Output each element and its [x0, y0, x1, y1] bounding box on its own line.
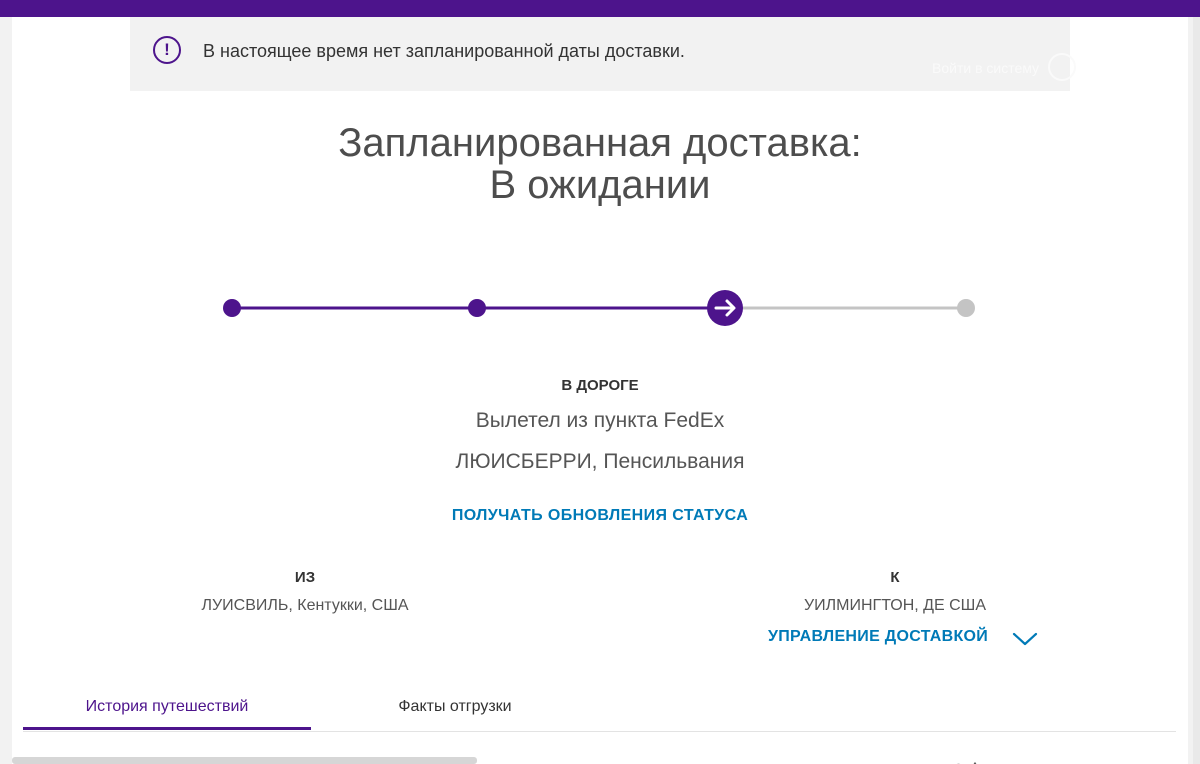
- get-status-updates-link[interactable]: ПОЛУЧАТЬ ОБНОВЛЕНИЯ СТАТУСА: [12, 507, 1188, 525]
- tracking-page: ! В настоящее время нет запланированной …: [12, 17, 1188, 764]
- manage-delivery-link[interactable]: УПРАВЛЕНИЕ ДОСТАВКОЙ: [768, 628, 988, 646]
- alert-text: В настоящее время нет запланированной да…: [203, 41, 685, 61]
- login-link[interactable]: Войти в систему: [932, 60, 1039, 76]
- progress-tracker: [12, 282, 1188, 334]
- heading-line-1: Запланированная доставка:: [338, 121, 862, 165]
- origin-value: ЛУИСВИЛЬ, Кентукки, США: [201, 597, 409, 614]
- vertical-scrollbar[interactable]: [1193, 17, 1200, 764]
- get-status-updates-label[interactable]: ПОЛУЧАТЬ ОБНОВЛЕНИЯ СТАТУСА: [452, 507, 748, 524]
- tracker-step-1: [223, 299, 241, 317]
- cut-off-content-fragment: [949, 756, 1019, 764]
- no-delivery-date-alert: ! В настоящее время нет запланированной …: [130, 17, 1076, 91]
- status-label: В ДОРОГЕ: [561, 377, 639, 394]
- destination-block: К УИЛМИНГТОН, ДЕ США: [702, 569, 1088, 615]
- heading-line-2: В ожидании: [489, 163, 711, 207]
- tracker-step-4: [957, 299, 975, 317]
- tab-shipment-facts[interactable]: Факты отгрузки: [311, 685, 599, 729]
- origin-block: ИЗ ЛУИСВИЛЬ, Кентукки, США: [112, 569, 498, 615]
- status-location: ЛЮИСБЕРРИ, Пенсильвания: [455, 450, 745, 473]
- status-description: Вылетел из пункта FedEx: [475, 409, 725, 432]
- tab-travel-history[interactable]: История путешествий: [23, 685, 311, 730]
- tab-bar: История путешествий Факты отгрузки: [23, 685, 1176, 732]
- chevron-down-icon[interactable]: [1012, 631, 1038, 647]
- exclamation-circle-icon: !: [153, 36, 181, 64]
- top-brand-bar: [0, 0, 1200, 17]
- user-avatar-icon[interactable]: [1048, 53, 1076, 81]
- destination-value: УИЛМИНГТОН, ДЕ США: [804, 597, 986, 614]
- tracker-step-2: [468, 299, 486, 317]
- horizontal-scrollbar[interactable]: [12, 757, 477, 764]
- origin-label: ИЗ: [294, 569, 316, 586]
- destination-label: К: [890, 569, 900, 586]
- delivery-heading: Запланированная доставка: В ожидании: [12, 120, 1188, 208]
